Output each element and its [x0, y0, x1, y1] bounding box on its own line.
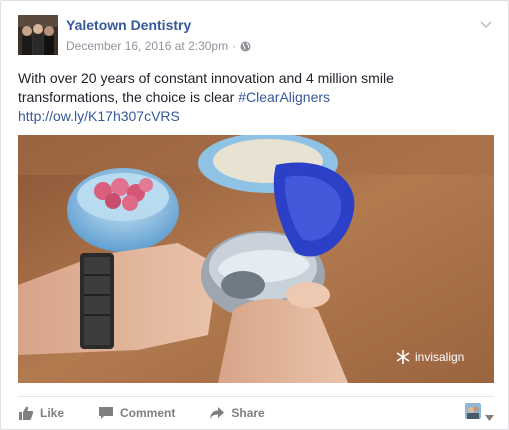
post-image[interactable]: invisalign	[18, 135, 494, 383]
page-avatar[interactable]	[18, 15, 58, 55]
profile-picture-icon	[465, 403, 481, 419]
post-card: Yaletown Dentistry December 16, 2016 at …	[0, 0, 509, 430]
post-header: Yaletown Dentistry December 16, 2016 at …	[18, 15, 493, 59]
page-name-link[interactable]: Yaletown Dentistry	[66, 17, 191, 33]
thumbs-up-icon	[18, 405, 34, 421]
comment-label: Comment	[120, 405, 176, 420]
share-label: Share	[231, 405, 265, 420]
post-timestamp[interactable]: December 16, 2016 at 2:30pm	[66, 39, 228, 53]
post-url-link[interactable]: http://ow.ly/K17h307cVRS	[18, 108, 180, 124]
audience-selector[interactable]	[465, 403, 494, 421]
chevron-down-icon[interactable]	[479, 17, 493, 31]
post-text: With over 20 years of constant innovatio…	[18, 69, 488, 126]
share-arrow-icon	[209, 405, 225, 421]
post-action-bar: Like Comment Share	[18, 396, 494, 424]
globe-icon[interactable]	[240, 41, 251, 52]
comment-button[interactable]: Comment	[98, 405, 175, 421]
like-label: Like	[40, 405, 65, 420]
meta-separator: ·	[232, 39, 237, 53]
caret-down-icon	[485, 408, 494, 421]
comment-icon	[98, 405, 114, 421]
like-button[interactable]: Like	[18, 405, 64, 421]
share-button[interactable]: Share	[209, 405, 265, 421]
hashtag-link[interactable]: #ClearAligners	[238, 89, 330, 105]
post-body-text: With over 20 years of constant innovatio…	[18, 70, 394, 105]
post-meta: December 16, 2016 at 2:30pm ·	[66, 39, 251, 53]
invisalign-watermark: invisalign	[415, 350, 464, 364]
